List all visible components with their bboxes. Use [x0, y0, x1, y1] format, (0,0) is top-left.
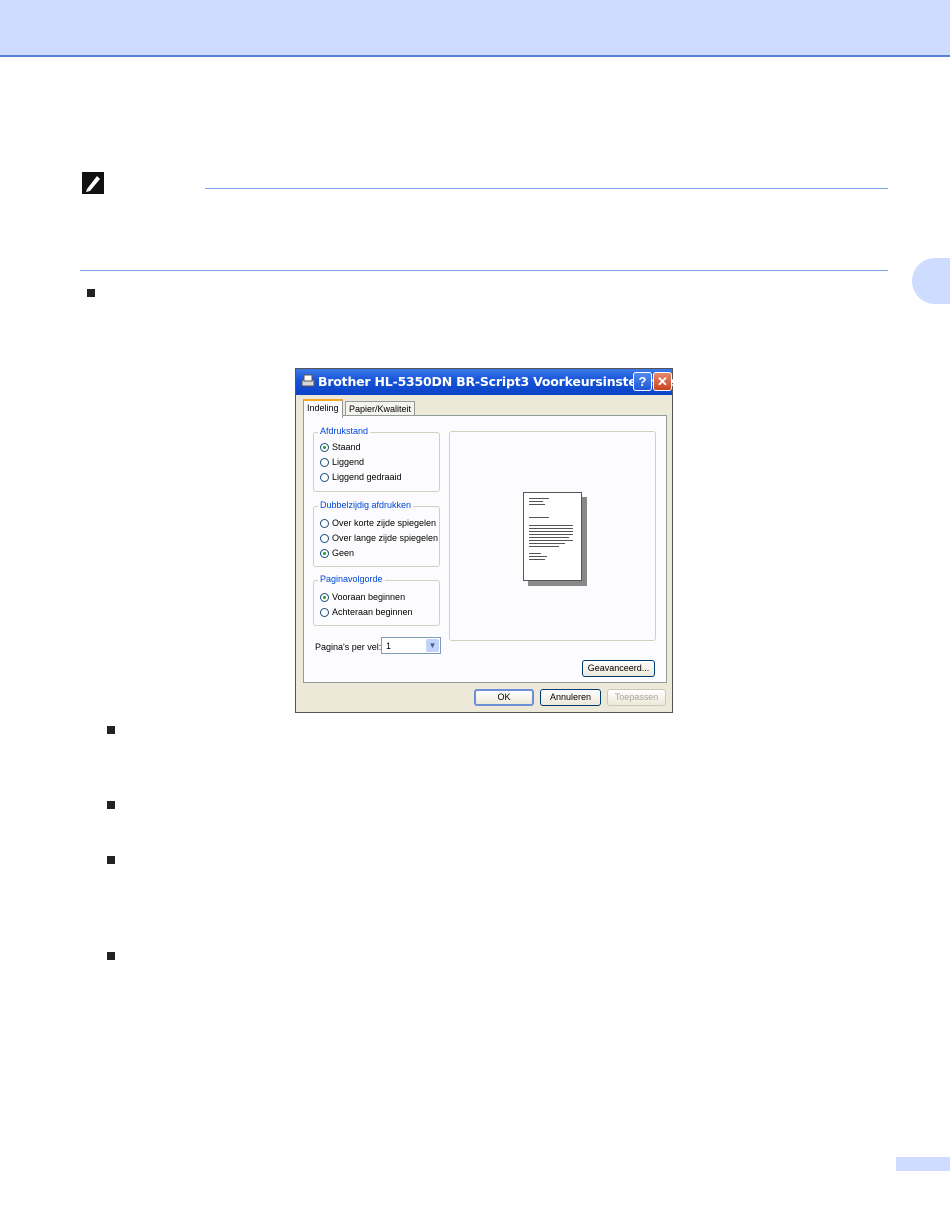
duplex-group: Dubbelzijdig afdrukken Over korte zijde …: [313, 500, 440, 567]
radio-label: Over lange zijde spiegelen: [332, 533, 439, 543]
text-line: [529, 537, 569, 538]
bullet-icon: [87, 289, 95, 297]
text-line: [529, 556, 547, 557]
chevron-down-icon[interactable]: ▼: [426, 639, 439, 652]
dialog-titlebar[interactable]: Brother HL-5350DN BR-Script3 Voorkeursin…: [296, 369, 684, 395]
chapter-tab: [912, 258, 950, 304]
bullet-icon: [107, 856, 115, 864]
text-line: [529, 531, 573, 532]
note-divider-top: [205, 188, 888, 189]
radio-dot: [320, 607, 329, 617]
note-icon: [82, 172, 104, 194]
text-line: [529, 559, 545, 560]
apply-button[interactable]: Toepassen: [607, 689, 666, 706]
tab-papier-kwaliteit[interactable]: Papier/Kwaliteit: [345, 401, 416, 416]
radio-korte-zijde[interactable]: Over korte zijde spiegelen: [320, 518, 436, 528]
text-line: [529, 501, 543, 502]
tab-panel-indeling: Afdrukstand Staand Liggend Liggend gedra…: [303, 415, 667, 683]
radio-label: Over korte zijde spiegelen: [332, 518, 437, 528]
radio-label: Achteraan beginnen: [332, 607, 413, 617]
radio-liggend[interactable]: Liggend: [320, 457, 364, 467]
text-line: [529, 504, 545, 505]
pages-per-sheet-select[interactable]: 1 ▼: [381, 637, 441, 654]
page-number-tag: [896, 1157, 950, 1171]
dialog-title: Brother HL-5350DN BR-Script3 Voorkeursin…: [318, 374, 684, 389]
text-line: [529, 546, 559, 547]
text-line: [529, 540, 573, 541]
orientation-group-title: Afdrukstand: [318, 426, 371, 436]
radio-dot: [320, 548, 329, 558]
bullet-icon: [107, 801, 115, 809]
text-line: [529, 517, 549, 518]
close-button[interactable]: ✕: [653, 372, 672, 391]
orientation-group: Afdrukstand Staand Liggend Liggend gedra…: [313, 426, 440, 492]
text-line: [529, 553, 541, 554]
text-line: [529, 528, 573, 529]
radio-dot: [320, 472, 329, 482]
layout-preview: [449, 431, 656, 641]
text-line: [529, 525, 573, 526]
text-line: [529, 498, 549, 499]
ok-button[interactable]: OK: [474, 689, 534, 706]
radio-dot: [320, 518, 329, 528]
advanced-button[interactable]: Geavanceerd...: [582, 660, 655, 677]
radio-label: Geen: [332, 548, 355, 558]
page-order-group: Paginavolgorde Vooraan beginnen Achteraa…: [313, 574, 440, 626]
radio-vooraan-beginnen[interactable]: Vooraan beginnen: [320, 592, 405, 602]
page-order-group-title: Paginavolgorde: [318, 574, 385, 584]
radio-achteraan-beginnen[interactable]: Achteraan beginnen: [320, 607, 413, 617]
paper-preview-icon: [523, 492, 582, 581]
printer-preferences-dialog: Brother HL-5350DN BR-Script3 Voorkeursin…: [295, 368, 684, 713]
radio-staand[interactable]: Staand: [320, 442, 361, 452]
cancel-button[interactable]: Annuleren: [540, 689, 601, 706]
radio-dot: [320, 533, 329, 543]
duplex-group-title: Dubbelzijdig afdrukken: [318, 500, 414, 510]
bullet-icon: [107, 952, 115, 960]
radio-label: Vooraan beginnen: [332, 592, 406, 602]
radio-geen[interactable]: Geen: [320, 548, 354, 558]
radio-dot: [320, 457, 329, 467]
text-line: [529, 534, 573, 535]
tab-indeling[interactable]: Indeling: [303, 399, 343, 418]
header-band: [0, 0, 950, 57]
note-divider-bottom: [80, 270, 888, 271]
pages-per-sheet-value: 1: [386, 641, 392, 651]
radio-label: Liggend: [332, 457, 365, 467]
radio-lange-zijde[interactable]: Over lange zijde spiegelen: [320, 533, 438, 543]
bullet-icon: [107, 726, 115, 734]
pages-per-sheet-label: Pagina's per vel:: [315, 642, 382, 652]
radio-liggend-gedraaid[interactable]: Liggend gedraaid: [320, 472, 402, 482]
printer-icon: [301, 374, 315, 387]
radio-dot: [320, 442, 329, 452]
radio-label: Staand: [332, 442, 361, 452]
radio-label: Liggend gedraaid: [332, 472, 402, 482]
help-button[interactable]: ?: [633, 372, 652, 391]
text-line: [529, 543, 565, 544]
radio-dot: [320, 592, 329, 602]
